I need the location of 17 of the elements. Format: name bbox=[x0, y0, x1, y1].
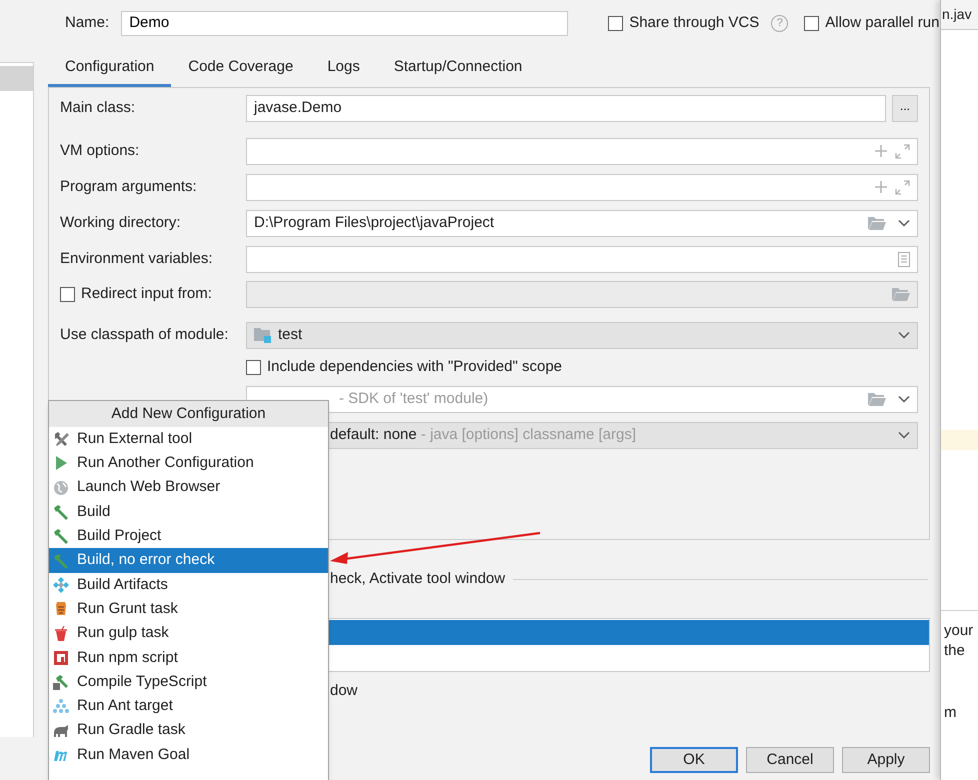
checkbox-label: Allow parallel run bbox=[825, 13, 940, 34]
field-label: Main class: bbox=[60, 98, 136, 118]
doc-text: the bbox=[944, 641, 966, 661]
checkbox-label: Share through VCS bbox=[629, 13, 760, 34]
doc-text: m bbox=[944, 703, 958, 723]
field-label: VM options: bbox=[60, 140, 140, 161]
popup-title: Add New Configuration bbox=[49, 401, 328, 427]
checkbox-label: Include dependencies with "Provided" scope bbox=[267, 356, 562, 377]
checkbox-label: dow bbox=[330, 680, 358, 700]
field-label: Program arguments: bbox=[60, 176, 197, 197]
field-label: Environment variables: bbox=[60, 248, 213, 269]
name-label: Name: bbox=[65, 13, 110, 34]
checkbox-label: Redirect input from: bbox=[81, 284, 212, 304]
field-label: Working directory: bbox=[60, 212, 181, 233]
doc-text: your bbox=[944, 621, 974, 641]
before-launch-label: heck, Activate tool window bbox=[330, 569, 506, 589]
field-label: Use classpath of module: bbox=[60, 324, 228, 345]
